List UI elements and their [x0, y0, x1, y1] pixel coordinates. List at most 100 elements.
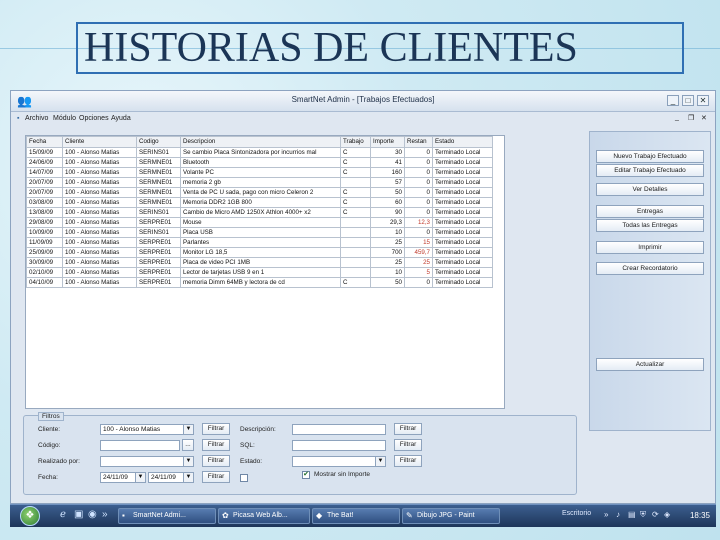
- shield-icon[interactable]: ⛨: [640, 510, 646, 520]
- task-thebat-label: The Bat!: [327, 512, 354, 519]
- column-header[interactable]: Restan: [404, 136, 433, 148]
- app-icon: ▪: [122, 511, 125, 520]
- mostrar-sin-importe-checkbox[interactable]: ✔: [302, 471, 310, 479]
- child-close-button[interactable]: ✕: [701, 114, 707, 122]
- table-row[interactable]: 14/07/09 100 - Alonso Matias SERMNE01 Volan…: [26, 167, 493, 178]
- fecha-checkbox[interactable]: [240, 474, 248, 482]
- table-cell: 60: [370, 197, 405, 208]
- table-cell: 11/09/09: [26, 237, 63, 248]
- table-cell: 50: [370, 277, 405, 288]
- task-smartnet[interactable]: ▪ SmartNet Admi...: [118, 508, 216, 524]
- chevron-right-icon[interactable]: »: [102, 509, 108, 520]
- tray-app-icon[interactable]: ◈: [664, 510, 670, 519]
- table-row[interactable]: 11/09/09 100 - Alonso Matias SERPRE01 Parla…: [26, 237, 493, 248]
- table-row[interactable]: 24/06/09 100 - Alonso Matias SERMNE01 Bluet…: [26, 157, 493, 168]
- menu-opciones[interactable]: Opciones: [79, 115, 109, 122]
- codigo-input[interactable]: [100, 440, 180, 451]
- table-cell: memoria Dimm 64MB y lectora de cd: [180, 277, 341, 288]
- codigo-browse-button[interactable]: ...: [182, 439, 194, 451]
- menu-archivo[interactable]: Archivo: [25, 115, 48, 122]
- picasa-icon: ✿: [222, 511, 229, 520]
- refresh-button[interactable]: Actualizar: [596, 358, 704, 371]
- column-header[interactable]: Importe: [370, 136, 405, 148]
- chevron-down-icon[interactable]: ▼: [183, 425, 193, 434]
- edit-job-button[interactable]: Editar Trabajo Efectuado: [596, 164, 704, 177]
- filter-sql-button[interactable]: Filtrar: [394, 439, 422, 451]
- table-row[interactable]: 29/08/09 100 - Alonso Matias SERPRE01 Mouse…: [26, 217, 493, 228]
- maximize-button[interactable]: □: [682, 95, 694, 106]
- estado-label: Estado:: [240, 458, 263, 465]
- child-restore-button[interactable]: ❐: [688, 114, 694, 122]
- volume-icon[interactable]: ♪: [616, 510, 620, 519]
- table-cell: 0: [404, 187, 433, 198]
- table-row[interactable]: 13/08/09 100 - Alonso Matias SERINS01 Cambi…: [26, 207, 493, 218]
- filter-fecha-button[interactable]: Filtrar: [202, 471, 230, 483]
- column-header[interactable]: Trabajo: [340, 136, 371, 148]
- deliveries-button[interactable]: Entregas: [596, 205, 704, 218]
- table-row[interactable]: 30/09/09 100 - Alonso Matias SERPRE01 Placa…: [26, 257, 493, 268]
- table-row[interactable]: 04/10/09 100 - Alonso Matias SERPRE01 memor…: [26, 277, 493, 288]
- filter-cliente-button[interactable]: Filtrar: [202, 423, 230, 435]
- table-cell: 0: [404, 227, 433, 238]
- column-header[interactable]: Fecha: [26, 136, 63, 148]
- view-details-button[interactable]: Ver Detalles: [596, 183, 704, 196]
- chevron-down-icon[interactable]: ▼: [183, 457, 193, 466]
- task-paint[interactable]: ✎ Dibujo JPG - Paint: [402, 508, 500, 524]
- ie-icon[interactable]: ℯ: [60, 509, 66, 520]
- table-row[interactable]: 20/07/09 100 - Alonso Matias SERMNE01 Venta…: [26, 187, 493, 198]
- filter-descripcion-button[interactable]: Filtrar: [394, 423, 422, 435]
- filter-estado-button[interactable]: Filtrar: [394, 455, 422, 467]
- all-deliveries-button[interactable]: Todas las Entregas: [596, 219, 704, 232]
- column-header[interactable]: Cliente: [62, 136, 137, 148]
- table-row[interactable]: 20/07/09 100 - Alonso Matias SERMNE01 memor…: [26, 177, 493, 188]
- table-cell: SERPRE01: [136, 267, 181, 278]
- table-cell: 100 - Alonso Matias: [62, 167, 137, 178]
- cliente-select[interactable]: 100 - Alonso Matias ▼: [100, 424, 194, 435]
- start-button[interactable]: ❖: [20, 506, 40, 526]
- close-button[interactable]: ✕: [697, 95, 709, 106]
- chevron-down-icon[interactable]: ▼: [135, 473, 145, 482]
- fecha-hasta-input[interactable]: 24/11/09 ▼: [148, 472, 194, 483]
- table-row[interactable]: 15/09/09 100 - Alonso Matias SERINS01 Se ca…: [26, 147, 493, 158]
- table-cell: 10: [370, 267, 405, 278]
- estado-select[interactable]: ▼: [292, 456, 386, 467]
- media-icon[interactable]: ◉: [88, 509, 97, 520]
- filter-codigo-button[interactable]: Filtrar: [202, 439, 230, 451]
- minimize-button[interactable]: _: [667, 95, 679, 106]
- descripcion-input[interactable]: [292, 424, 386, 435]
- table-cell: 100 - Alonso Matias: [62, 267, 137, 278]
- sql-input[interactable]: [292, 440, 386, 451]
- table-row[interactable]: 25/09/09 100 - Alonso Matias SERPRE01 Monit…: [26, 247, 493, 258]
- child-minimize-button[interactable]: _: [675, 114, 679, 121]
- window-titlebar[interactable]: 👥 SmartNet Admin - [Trabajos Efectuados]…: [11, 91, 715, 112]
- desktop-label[interactable]: Escritorio: [562, 510, 591, 517]
- task-picasa[interactable]: ✿ Picasa Web Alb...: [218, 508, 310, 524]
- print-button[interactable]: Imprimir: [596, 241, 704, 254]
- chevron-right-icon[interactable]: »: [604, 510, 608, 519]
- menu-modulo[interactable]: Módulo: [53, 115, 76, 122]
- codigo-label: Código:: [38, 442, 61, 449]
- table-cell: Terminado Local: [432, 227, 493, 238]
- table-row[interactable]: 10/09/09 100 - Alonso Matias SERINS01 Placa…: [26, 227, 493, 238]
- column-header[interactable]: Codigo: [136, 136, 181, 148]
- chevron-down-icon[interactable]: ▼: [375, 457, 385, 466]
- task-thebat[interactable]: ◆ The Bat!: [312, 508, 400, 524]
- new-job-button[interactable]: Nuevo Trabajo Efectuado: [596, 150, 704, 163]
- update-icon[interactable]: ⟳: [652, 510, 659, 519]
- column-header[interactable]: Descripcion: [180, 136, 341, 148]
- network-icon[interactable]: ▤: [628, 510, 636, 519]
- jobs-grid[interactable]: Fecha Cliente Codigo Descripcion Trabajo Impo…: [25, 135, 505, 409]
- fecha-desde-input[interactable]: 24/11/09 ▼: [100, 472, 146, 483]
- app-window: 👥 SmartNet Admin - [Trabajos Efectuados]…: [10, 90, 716, 504]
- chevron-down-icon[interactable]: ▼: [183, 473, 193, 482]
- create-reminder-button[interactable]: Crear Recordatorio: [596, 262, 704, 275]
- table-row[interactable]: 02/10/09 100 - Alonso Matias SERPRE01 Lecto…: [26, 267, 493, 278]
- menu-ayuda[interactable]: Ayuda: [111, 115, 131, 122]
- table-cell: memoria 2 gb: [180, 177, 341, 188]
- column-header[interactable]: Estado: [432, 136, 493, 148]
- table-cell: SERPRE01: [136, 247, 181, 258]
- folder-icon[interactable]: ▣: [74, 509, 83, 520]
- table-row[interactable]: 03/08/09 100 - Alonso Matias SERMNE01 Memor…: [26, 197, 493, 208]
- filter-realizado-button[interactable]: Filtrar: [202, 455, 230, 467]
- realizado-select[interactable]: ▼: [100, 456, 194, 467]
